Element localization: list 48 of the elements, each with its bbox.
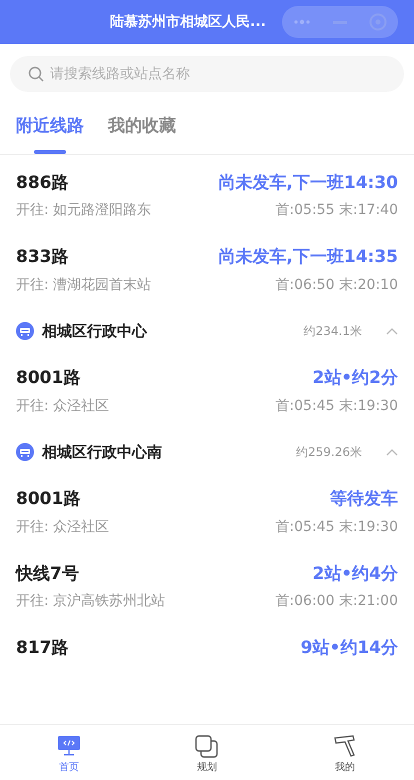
route-name: 快线7号 [16, 562, 79, 586]
stop-distance: 约259.26米 [296, 444, 362, 461]
route-destination: 开往: 众泾社区 [16, 396, 110, 416]
route-row[interactable]: 8001路 等待发车 开往: 众泾社区 首:05:45 末:19:30 [0, 471, 414, 546]
collapse-chevron-icon[interactable] [386, 448, 398, 456]
squares-icon [195, 735, 219, 758]
bus-stop-icon [16, 442, 34, 461]
arrival-status: 等待发车 [330, 488, 398, 511]
arrival-status: 2站•约2分 [312, 367, 398, 390]
route-destination: 开往: 京沪高铁苏州北站 [16, 592, 166, 611]
route-row[interactable]: 886路 尚未发车,下一班14:30 开往: 如元路澄阳路东 首:05:55 末:17:40 [0, 154, 414, 229]
stop-distance: 约234.1米 [304, 322, 362, 340]
route-row[interactable]: 快线7号 2站•约4分 开往: 京沪高铁苏州北站 首:06:00 末:21:00 [0, 546, 414, 620]
route-name: 817路 [16, 637, 68, 660]
route-destination: 开往: 漕湖花园首末站 [16, 276, 152, 294]
route-destination: 开往: 众泾社区 [16, 518, 110, 536]
more-icon[interactable] [293, 19, 311, 25]
service-hours: 首:05:55 末:17:40 [275, 201, 398, 220]
nav-tab[interactable]: 我的 [327, 725, 363, 780]
route-name: 886路 [16, 172, 68, 194]
route-name: 833路 [16, 246, 68, 269]
service-hours: 首:05:45 末:19:30 [275, 518, 398, 536]
route-name: 8001路 [16, 367, 80, 390]
route-row[interactable]: 833路 尚未发车,下一班14:35 开往: 漕湖花园首末站 首:06:50 末:20:10 [0, 229, 414, 304]
arrival-status: 2站•约4分 [312, 562, 398, 586]
service-hours: 首:05:45 末:19:30 [275, 396, 398, 416]
hammer-icon [333, 735, 357, 758]
service-hours: 首:06:00 末:21:00 [275, 592, 398, 611]
nav-tab[interactable]: 规划 [189, 725, 225, 780]
arrival-status: 尚未发车,下一班14:35 [218, 246, 398, 269]
monitor-code-icon [57, 735, 81, 758]
route-row[interactable]: 817路 9站•约14分 [0, 620, 414, 670]
collapse-chevron-icon[interactable] [386, 326, 398, 335]
service-hours: 首:06:50 末:20:10 [275, 276, 398, 294]
route-name: 8001路 [16, 488, 80, 511]
search-field[interactable]: 请搜索线路或站点名称 [10, 56, 404, 92]
tab[interactable]: 附近线路 [16, 108, 84, 150]
capsule-menu[interactable] [282, 6, 398, 38]
nav-tab[interactable]: 首页 [51, 725, 87, 780]
route-row[interactable]: 8001路 2站•约2分 开往: 众泾社区 首:05:45 末:19:30 [0, 350, 414, 424]
stop-name: 相城区行政中心 [42, 320, 148, 342]
arrival-status: 9站•约14分 [300, 637, 398, 660]
tab-underline [34, 150, 66, 154]
bus-stop-icon [16, 322, 34, 340]
route-destination: 开往: 如元路澄阳路东 [16, 201, 152, 220]
arrival-status: 尚未发车,下一班14:30 [218, 172, 398, 194]
header-title: 陆慕苏州市相城区人民... [110, 12, 266, 32]
stop-name: 相城区行政中心南 [42, 442, 163, 462]
